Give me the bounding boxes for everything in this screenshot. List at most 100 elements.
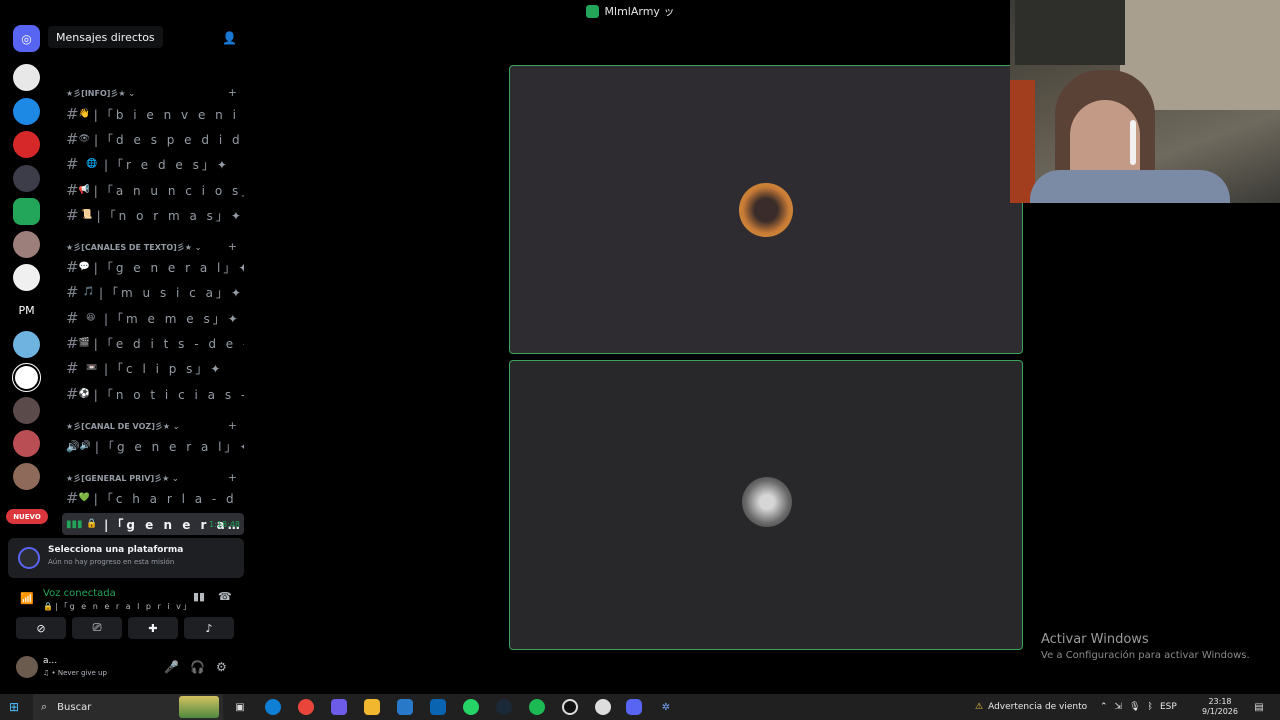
settings-app-icon[interactable]: ✲ [658,699,674,715]
hash-icon: # [66,105,79,123]
steam-icon[interactable] [496,699,512,715]
avatar [739,183,793,237]
new-badge[interactable]: NUEVO [6,509,48,524]
channel-item[interactable]: # 📜 |「n o r m a s」✦ [66,204,244,226]
server-icon[interactable] [13,131,40,158]
soundboard-icon: ♪ [205,621,213,635]
category-info[interactable]: ★彡[INFO]彡★ ⌄ [66,88,135,99]
activity-panel[interactable]: Selecciona una plataforma Aún no hay pro… [8,538,244,578]
microphone-icon[interactable]: 🎙 [1129,702,1140,712]
notifications-icon[interactable]: ▤ [1251,699,1267,715]
channel-item[interactable]: # 📼 |「c l i p s」✦ [66,357,244,379]
channel-item[interactable]: #👁|「d e s p e d i d a… [66,128,244,150]
signal-icon[interactable]: 📶 [20,592,34,605]
disconnect-icon[interactable]: ☎ [218,590,232,603]
microphone-icon[interactable]: 🎤 [164,660,179,674]
soundboard-button[interactable]: ♪ [184,617,234,639]
store-icon[interactable] [397,699,413,715]
active-voice-channel[interactable]: ▮▮▮ 🔒 |「g e n e r a… 1:18:48 [62,513,244,535]
voice-channel-item[interactable]: 🔊 🔊 |「g e n e r a l」✦ [66,435,244,457]
discord-taskbar-icon[interactable] [626,699,642,715]
outlook-icon[interactable] [430,699,446,715]
server-icon[interactable] [13,64,40,91]
server-icon[interactable] [13,98,40,125]
screen-share-button[interactable]: ⎚ [72,617,122,639]
channel-item[interactable]: # 🎵 |「m u s i c a」✦ [66,281,244,303]
add-friend-icon[interactable]: 👤 [222,31,237,45]
direct-messages-button[interactable]: ◎ [13,25,40,52]
category-canal-de-voz[interactable]: ★彡[CANAL DE VOZ]彡★ ⌄ [66,421,180,432]
add-channel-icon[interactable]: + [228,240,237,253]
channel-item[interactable]: #👋|「b i e n v e n i d… [66,103,244,125]
channel-list: ★彡[INFO]彡★ ⌄ + #👋|「b i e n v e n i d… #👁… [54,52,250,536]
title-bar: MlmlArmy ッ [250,0,1010,22]
bluetooth-icon[interactable]: ᛒ [1148,702,1153,712]
windows-start-icon[interactable]: ⊞ [9,700,23,714]
hash-icon: # [66,489,79,507]
clock[interactable]: 23:18 9/1/2026 [1195,697,1245,717]
channel-emoji: 📜 [81,210,93,220]
usb-icon[interactable]: ⇲ [1115,702,1123,712]
category-general-priv[interactable]: ★彡[GENERAL PRIV]彡★ ⌄ [66,473,179,484]
obs-icon[interactable] [595,699,611,715]
whatsapp-icon[interactable] [463,699,479,715]
user-status: ♫ • Never give up [43,669,107,677]
clock-date: 9/1/2026 [1202,707,1238,716]
file-explorer-icon[interactable] [364,699,380,715]
hash-icon: # [66,385,79,403]
system-tray[interactable]: ⌃ ⇲ 🎙 ᛒ ESP [1100,694,1177,720]
channel-item[interactable]: #⚽|「n o t i c i a s - d… [66,383,244,405]
copilot-icon[interactable] [331,699,347,715]
channel-item[interactable]: #🎬|「e d i t s - d e - m i… [66,332,244,354]
voice-channel-label[interactable]: 🔒|「g e n e r a l p r i v」✦/… [43,601,188,612]
edge-icon[interactable] [265,699,281,715]
server-icon[interactable] [13,463,40,490]
channel-emoji: 😆 [86,313,96,323]
server-icon[interactable] [13,397,40,424]
channel-label: |「a n u n c i o s」✦ [93,183,244,198]
channel-item[interactable]: # 😆 |「m e m e s」✦ [66,307,244,329]
add-channel-icon[interactable]: + [228,86,237,99]
noise-suppression-icon[interactable]: ▮▮ [193,590,205,603]
activities-button[interactable]: ✚ [128,617,178,639]
spotify-icon[interactable] [529,699,545,715]
chrome-icon[interactable] [298,699,314,715]
channel-label: |「r e d e s」✦ [104,157,230,172]
server-icon[interactable] [13,231,40,258]
channel-label: |「d e s p e d i d a… [94,132,244,147]
server-icon[interactable] [13,331,40,358]
language-indicator[interactable]: ESP [1160,702,1177,712]
category-canales-de-texto[interactable]: ★彡[CANALES DE TEXTO]彡★ ⌄ [66,242,201,253]
server-icon[interactable] [13,264,40,291]
weather-widget[interactable]: ⚠ Advertencia de viento [975,694,1087,720]
add-channel-icon[interactable]: + [228,419,237,432]
channel-item[interactable]: #💚|「c h a r l a - d e - s… [66,487,244,509]
task-view-icon[interactable]: ▣ [232,699,248,715]
taskbar-search[interactable]: ⌕ Buscar [33,694,223,720]
server-icon[interactable] [13,165,40,192]
gear-icon[interactable]: ⚙ [216,660,227,674]
voice-status-label[interactable]: Voz conectada [43,588,116,599]
channel-label: |「b i e n v e n i d… [93,107,244,122]
username[interactable]: a... [43,656,57,666]
app-icon[interactable] [562,699,578,715]
channel-item[interactable]: #📢|「a n u n c i o s」✦ [66,179,244,201]
headphones-icon[interactable]: 🎧 [190,660,205,674]
video-tile[interactable] [509,65,1023,354]
server-icon[interactable] [12,363,41,392]
server-icon[interactable] [13,430,40,457]
channel-label: |「m u s i c a」✦ [98,285,244,300]
avatar[interactable] [16,656,38,678]
server-icon[interactable] [13,198,40,225]
hash-icon: # [66,309,79,327]
channel-item[interactable]: # 💬 |「g e n e r a l」✦ [66,256,244,278]
video-tile[interactable] [509,360,1023,650]
add-channel-icon[interactable]: + [228,471,237,484]
chevron-up-icon[interactable]: ⌃ [1100,702,1108,712]
server-icon[interactable]: PM [13,297,40,324]
discord-icon: ◎ [21,31,32,46]
camera-button[interactable]: ⊘ [16,617,66,639]
channel-item[interactable]: # 🌐 |「r e d e s」✦ [66,153,244,175]
channel-emoji: 💬 [78,262,90,272]
channel-label: |「m e m e s」✦ [104,311,241,326]
